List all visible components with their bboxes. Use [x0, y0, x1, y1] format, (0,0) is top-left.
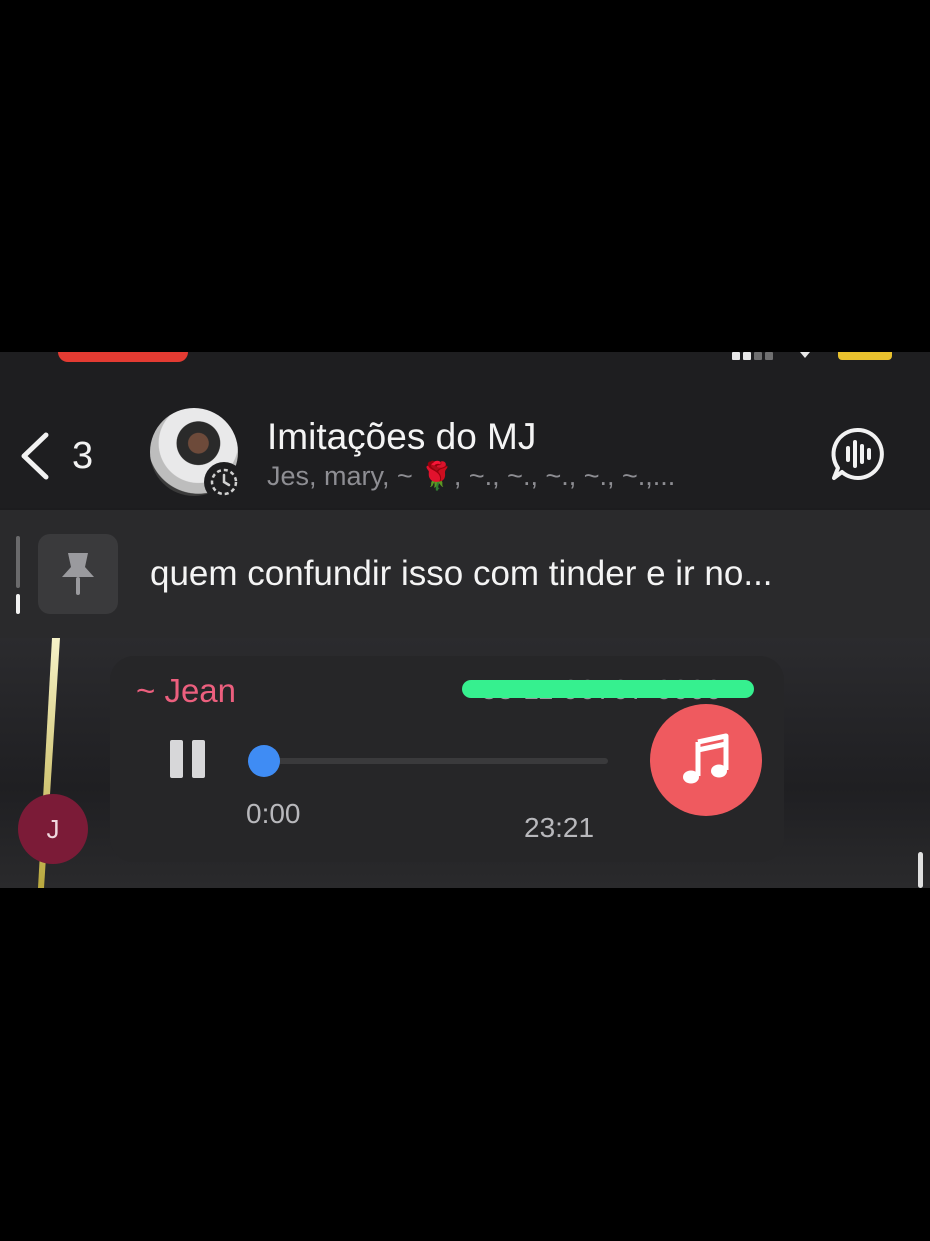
chat-title[interactable]: Imitações do MJ [267, 416, 536, 458]
back-button[interactable]: 3 [16, 426, 112, 486]
pause-button[interactable] [166, 740, 210, 782]
audio-progress-track[interactable] [264, 758, 608, 764]
pinned-message-text: quem confundir isso com tinder e ir no..… [150, 554, 773, 593]
signal-icon [732, 352, 776, 360]
elapsed-time: 0:00 [246, 798, 301, 829]
app-screen: 3 Imitações do MJ Jes, mary, ~ 🌹, ~., ~.… [0, 352, 930, 888]
chat-header: 3 Imitações do MJ Jes, mary, ~ 🌹, ~., ~.… [0, 352, 930, 508]
chevron-left-icon [21, 432, 49, 480]
audio-scrubber-handle[interactable] [248, 745, 280, 777]
pinned-position-indicator [16, 536, 20, 614]
audio-duration: 23:21 [524, 812, 595, 843]
music-note-icon [683, 733, 729, 784]
redaction-mark [462, 680, 754, 698]
music-file-button[interactable] [650, 704, 762, 816]
unread-count: 3 [72, 434, 94, 477]
auto-delete-timer-icon [204, 462, 244, 502]
chat-members[interactable]: Jes, mary, ~ 🌹, ~., ~., ~., ~., ~.,... [267, 460, 675, 492]
wifi-icon [800, 352, 810, 358]
screen-recording-indicator [58, 352, 188, 362]
sender-name[interactable]: ~ Jean [136, 672, 236, 710]
scrollbar[interactable] [918, 852, 923, 888]
pin-icon [38, 534, 118, 614]
pinned-message-bar[interactable]: quem confundir isso com tinder e ir no..… [0, 510, 930, 638]
voice-chat-icon[interactable] [830, 426, 886, 482]
sender-avatar[interactable]: J [18, 794, 88, 864]
battery-icon [838, 352, 892, 360]
pause-icon [170, 740, 183, 778]
